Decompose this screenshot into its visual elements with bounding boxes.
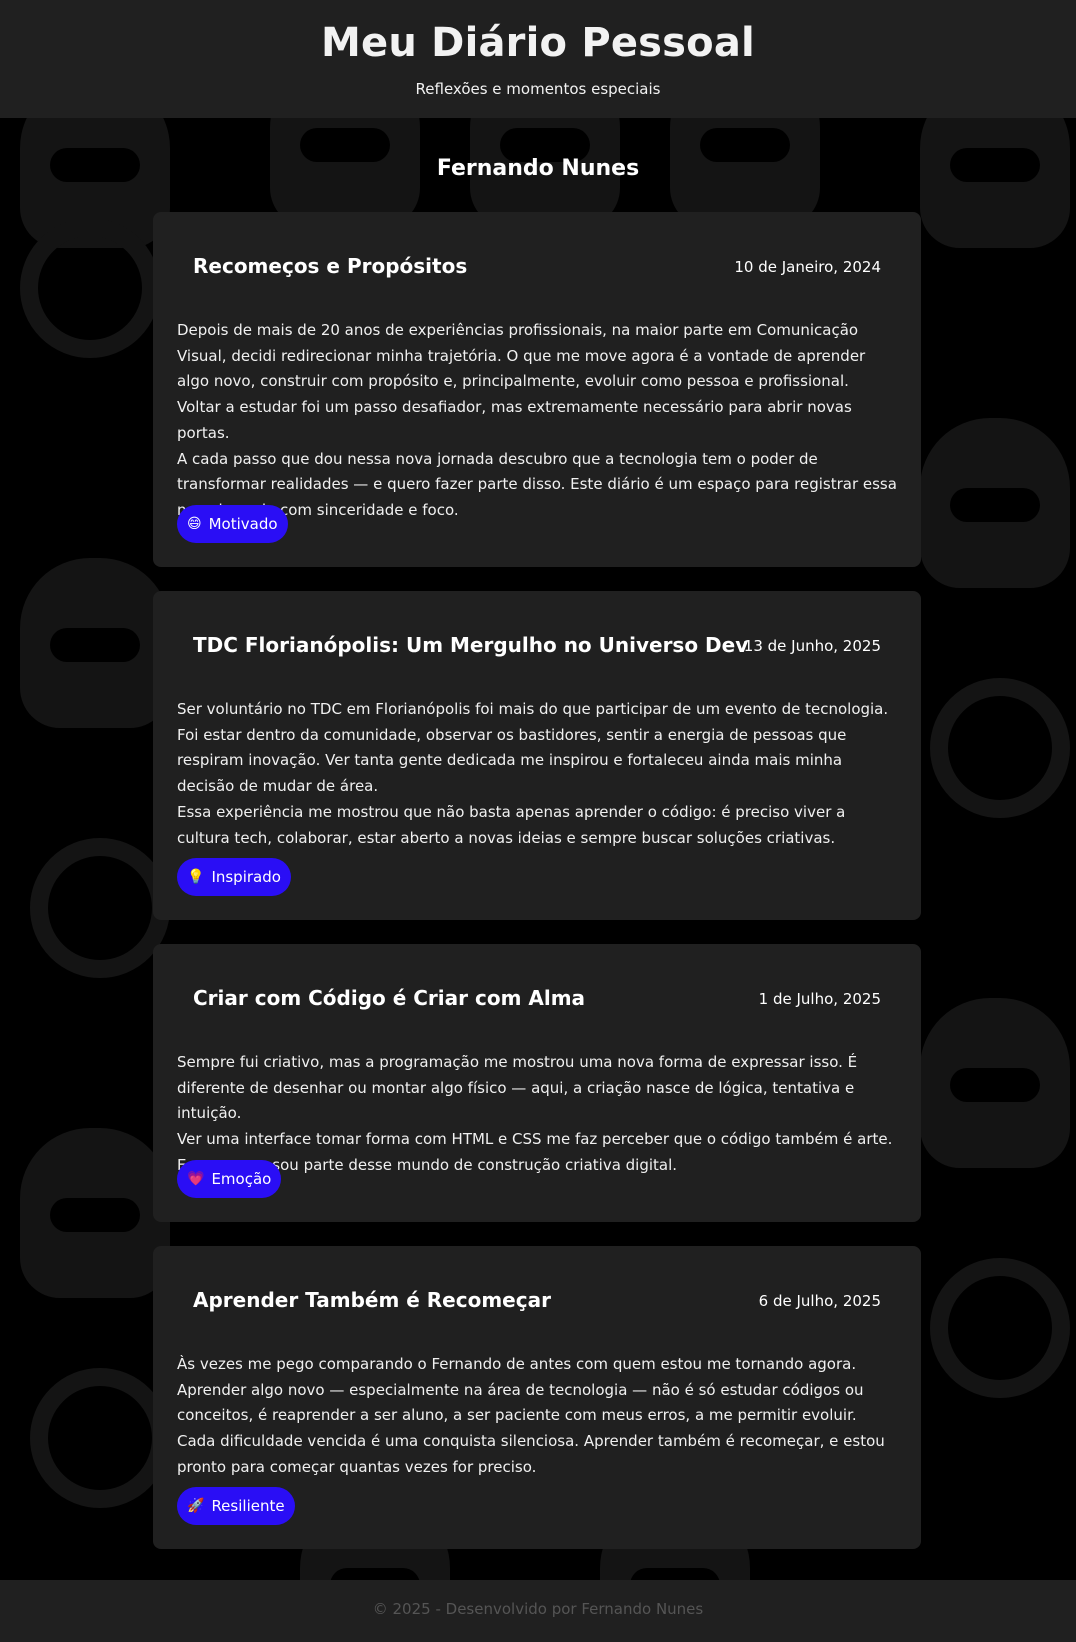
entry-date: 6 de Julho, 2025 [758,1292,881,1310]
lightbulb-icon: 💡 [187,869,205,885]
entry-body: Ser voluntário no TDC em Florianópolis f… [177,697,897,851]
entry-date: 10 de Janeiro, 2024 [734,258,881,276]
entry-paragraph: A cada passo que dou nessa nova jornada … [177,449,897,519]
mood-badge: 💗 Emoção [177,1160,282,1198]
entry-paragraph: Depois de mais de 20 anos de experiência… [177,321,866,442]
site-subtitle: Reflexões e momentos especiais [415,80,661,98]
mood-badge: 💡 Inspirado [177,858,291,896]
entry-paragraph: Ver uma interface tomar forma com HTML e… [177,1130,893,1174]
entry-title: Aprender Também é Recomeçar [193,1288,551,1312]
smile-icon: 😄 [187,516,202,532]
mood-label: Emoção [211,1170,272,1188]
site-title: Meu Diário Pessoal [321,20,755,66]
rocket-icon: 🚀 [187,1498,205,1514]
entry-body: Depois de mais de 20 anos de experiência… [177,318,897,524]
mood-label: Motivado [208,515,278,533]
entry-title: TDC Florianópolis: Um Mergulho no Univer… [193,633,749,657]
mood-label: Inspirado [211,868,281,886]
diary-entry: TDC Florianópolis: Um Mergulho no Univer… [153,591,921,920]
entry-paragraph: Ser voluntário no TDC em Florianópolis f… [177,700,889,796]
author-name: Fernando Nunes [436,156,640,181]
entry-title: Recomeços e Propósitos [193,254,468,278]
entry-title: Criar com Código é Criar com Alma [193,986,586,1010]
mood-badge: 🚀 Resiliente [177,1487,295,1525]
diary-entry: Criar com Código é Criar com Alma 1 de J… [153,944,921,1222]
entry-body: Sempre fui criativo, mas a programação m… [177,1050,897,1179]
site-footer: © 2025 - Desenvolvido por Fernando Nunes [0,1580,1076,1642]
entry-body: Às vezes me pego comparando o Fernando d… [177,1352,897,1481]
entry-paragraph: Cada dificuldade vencida é uma conquista… [177,1432,885,1476]
mood-badge: 😄 Motivado [177,505,288,543]
footer-copyright: © 2025 - Desenvolvido por Fernando Nunes [372,1600,704,1618]
site-header: Meu Diário Pessoal Reflexões e momentos … [0,0,1076,118]
entry-date: 13 de Junho, 2025 [743,637,881,655]
entry-paragraph: Essa experiência me mostrou que não bast… [177,802,846,847]
heart-icon: 💗 [187,1171,205,1187]
entry-date: 1 de Julho, 2025 [758,990,881,1008]
entry-paragraph: Às vezes me pego comparando o Fernando d… [177,1355,864,1425]
entry-paragraph: Sempre fui criativo, mas a programação m… [177,1053,858,1123]
diary-entry: Recomeços e Propósitos 10 de Janeiro, 20… [153,212,921,567]
mood-label: Resiliente [211,1497,285,1515]
diary-entry: Aprender Também é Recomeçar 6 de Julho, … [153,1246,921,1549]
